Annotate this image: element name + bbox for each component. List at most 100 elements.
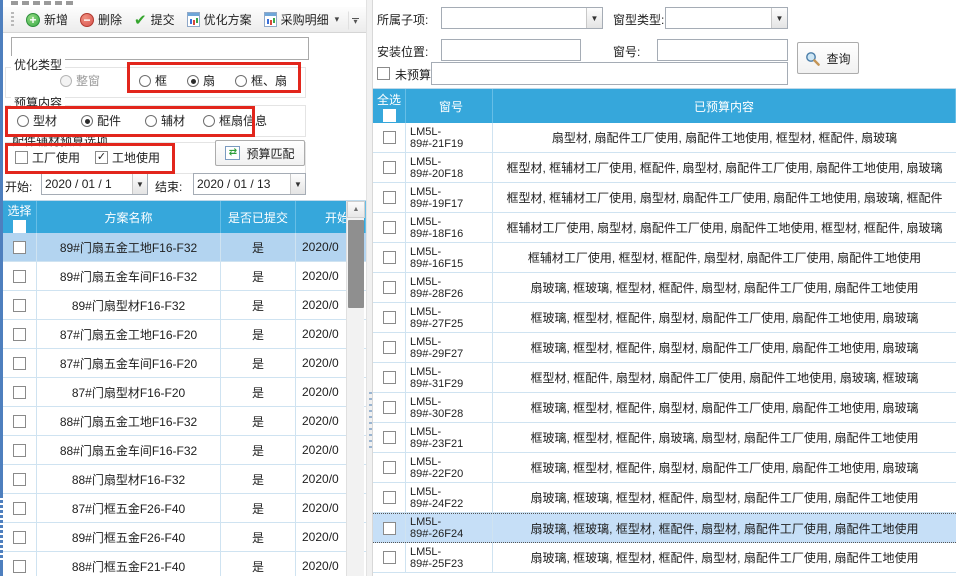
toolbar-grip[interactable] <box>11 12 14 28</box>
unbudgeted-input[interactable] <box>431 62 788 85</box>
row-checkbox[interactable] <box>383 161 396 174</box>
plan-table-scrollbar[interactable]: ▲ <box>346 201 364 576</box>
table-row[interactable]: LM5L-89#-29F27框玻璃, 框型材, 框配件, 扇型材, 扇配件工厂使… <box>373 333 956 363</box>
chevron-down-icon[interactable]: ▼ <box>586 8 602 28</box>
row-checkbox[interactable] <box>13 560 26 573</box>
table-row[interactable]: 88#门扇型材F16-F32是2020/0 <box>3 465 366 494</box>
table-row[interactable]: 87#门扇五金工地F16-F20是2020/0 <box>3 320 366 349</box>
calendar-dropdown-icon[interactable]: ▼ <box>290 174 305 194</box>
radio-mark[interactable] <box>235 75 247 87</box>
table-row[interactable]: 89#门扇型材F16-F32是2020/0 <box>3 291 366 320</box>
radio-accessory[interactable]: 配件 <box>81 112 121 129</box>
budget-match-button[interactable]: ⇄ 预算匹配 <box>215 140 305 166</box>
end-date-picker[interactable]: 2020 / 01 / 13 ▼ <box>193 173 306 195</box>
table-row[interactable]: LM5L-89#-30F28框玻璃, 框型材, 框配件, 扇型材, 扇配件工厂使… <box>373 393 956 423</box>
radio-frame-sash[interactable]: 框、扇 <box>235 72 287 89</box>
row-checkbox[interactable] <box>13 473 26 486</box>
install-position-input[interactable] <box>441 39 581 61</box>
select-all-checkbox[interactable] <box>13 220 26 233</box>
row-checkbox[interactable] <box>383 341 396 354</box>
table-row[interactable]: 88#门扇五金车间F16-F32是2020/0 <box>3 436 366 465</box>
optimize-plan-button[interactable]: 优化方案 <box>182 9 257 30</box>
row-checkbox[interactable] <box>383 401 396 414</box>
row-checkbox[interactable] <box>13 386 26 399</box>
radio-frame-sash-info[interactable]: 框扇信息 <box>203 112 267 129</box>
row-checkbox[interactable] <box>13 299 26 312</box>
row-checkbox[interactable] <box>383 431 396 444</box>
window-no-input[interactable] <box>657 39 788 61</box>
row-checkbox[interactable] <box>13 531 26 544</box>
add-button[interactable]: + 新增 <box>21 9 73 30</box>
table-row[interactable]: LM5L-89#-25F23扇玻璃, 框玻璃, 框型材, 框配件, 扇型材, 扇… <box>373 543 956 573</box>
chevron-down-icon[interactable]: ▼ <box>771 8 787 28</box>
select-all-checkbox[interactable] <box>383 109 396 122</box>
row-checkbox[interactable] <box>13 444 26 457</box>
checkbox-factory-use[interactable]: 工厂使用 <box>15 149 80 166</box>
radio-auxiliary[interactable]: 辅材 <box>145 112 185 129</box>
row-checkbox[interactable] <box>13 241 26 254</box>
table-row[interactable]: LM5L-89#-18F16框辅材工厂使用, 扇型材, 扇配件工厂使用, 扇配件… <box>373 213 956 243</box>
table-row[interactable]: LM5L-89#-31F29框型材, 框配件, 扇型材, 扇配件工厂使用, 扇配… <box>373 363 956 393</box>
radio-mark[interactable] <box>17 115 29 127</box>
radio-profile[interactable]: 型材 <box>17 112 57 129</box>
header-submitted[interactable]: 是否已提交 <box>221 201 296 233</box>
header-budgeted-content[interactable]: 已预算内容 <box>493 89 956 123</box>
start-date-picker[interactable]: 2020 / 01 / 1 ▼ <box>41 173 148 195</box>
radio-frame[interactable]: 框 <box>139 72 167 89</box>
row-checkbox[interactable] <box>13 502 26 515</box>
row-checkbox[interactable] <box>383 191 396 204</box>
row-checkbox[interactable] <box>383 221 396 234</box>
row-checkbox[interactable] <box>383 461 396 474</box>
row-checkbox[interactable] <box>13 357 26 370</box>
checkbox-mark[interactable] <box>15 151 28 164</box>
header-window-no[interactable]: 窗号 <box>406 89 493 123</box>
radio-mark[interactable] <box>145 115 157 127</box>
row-checkbox[interactable] <box>383 522 396 535</box>
row-checkbox[interactable] <box>383 491 396 504</box>
table-row[interactable]: 87#门扇型材F16-F20是2020/0 <box>3 378 366 407</box>
row-checkbox[interactable] <box>383 281 396 294</box>
row-checkbox[interactable] <box>13 328 26 341</box>
checkbox-mark[interactable] <box>95 151 108 164</box>
table-row[interactable]: LM5L-89#-27F25框玻璃, 框型材, 框配件, 扇型材, 扇配件工厂使… <box>373 303 956 333</box>
table-row[interactable]: 89#门扇五金车间F16-F32是2020/0 <box>3 262 366 291</box>
row-checkbox[interactable] <box>383 551 396 564</box>
radio-mark[interactable] <box>81 115 93 127</box>
table-row[interactable]: 89#门框五金F26-F40是2020/0 <box>3 523 366 552</box>
table-row[interactable]: LM5L-89#-16F15框辅材工厂使用, 框型材, 框配件, 扇型材, 扇配… <box>373 243 956 273</box>
table-row[interactable]: LM5L-89#-22F20框玻璃, 框型材, 框配件, 扇型材, 扇配件工厂使… <box>373 453 956 483</box>
row-checkbox[interactable] <box>383 251 396 264</box>
table-row[interactable]: LM5L-89#-21F19扇型材, 扇配件工厂使用, 扇配件工地使用, 框型材… <box>373 123 956 153</box>
scroll-up-icon[interactable]: ▲ <box>347 201 365 218</box>
window-type-select[interactable]: ▼ <box>665 7 788 29</box>
table-row[interactable]: 87#门框五金F26-F40是2020/0 <box>3 494 366 523</box>
row-checkbox[interactable] <box>13 415 26 428</box>
table-row[interactable]: 89#门扇五金工地F16-F32是2020/0 <box>3 233 366 262</box>
table-row[interactable]: 88#门扇五金工地F16-F32是2020/0 <box>3 407 366 436</box>
scroll-thumb[interactable] <box>348 220 364 308</box>
row-checkbox[interactable] <box>383 131 396 144</box>
table-row[interactable]: LM5L-89#-28F26扇玻璃, 框玻璃, 框型材, 框配件, 扇型材, 扇… <box>373 273 956 303</box>
radio-mark[interactable] <box>203 115 215 127</box>
checkbox-site-use[interactable]: 工地使用 <box>95 149 160 166</box>
table-row[interactable]: LM5L-89#-23F21框玻璃, 框型材, 框配件, 扇玻璃, 扇型材, 扇… <box>373 423 956 453</box>
header-plan-name[interactable]: 方案名称 <box>37 201 221 233</box>
query-button[interactable]: 查询 <box>797 42 859 74</box>
table-row[interactable]: LM5L-89#-20F18框型材, 框辅材工厂使用, 框配件, 扇型材, 扇配… <box>373 153 956 183</box>
table-row[interactable]: 88#门框五金F21-F40是2020/0 <box>3 552 366 576</box>
table-row[interactable]: 87#门扇五金车间F16-F20是2020/0 <box>3 349 366 378</box>
toolbar-overflow-button[interactable]: ▾ <box>348 11 363 30</box>
panel-splitter[interactable] <box>366 0 373 576</box>
delete-button[interactable]: − 删除 <box>75 9 127 30</box>
table-row[interactable]: LM5L-89#-24F22扇玻璃, 框玻璃, 框型材, 框配件, 扇型材, 扇… <box>373 483 956 513</box>
radio-mark[interactable] <box>139 75 151 87</box>
row-checkbox[interactable] <box>13 270 26 283</box>
purchase-detail-button[interactable]: 采购明细 ▾ <box>259 9 345 30</box>
unbudgeted-checkbox[interactable] <box>377 67 390 80</box>
table-row[interactable]: LM5L-89#-26F24扇玻璃, 框玻璃, 框型材, 框配件, 扇型材, 扇… <box>373 513 956 543</box>
radio-mark[interactable] <box>187 75 199 87</box>
submit-button[interactable]: ✔ 提交 <box>129 9 180 31</box>
table-row[interactable]: LM5L-89#-19F17框型材, 框辅材工厂使用, 扇型材, 扇配件工厂使用… <box>373 183 956 213</box>
radio-sash[interactable]: 扇 <box>187 72 215 89</box>
row-checkbox[interactable] <box>383 371 396 384</box>
